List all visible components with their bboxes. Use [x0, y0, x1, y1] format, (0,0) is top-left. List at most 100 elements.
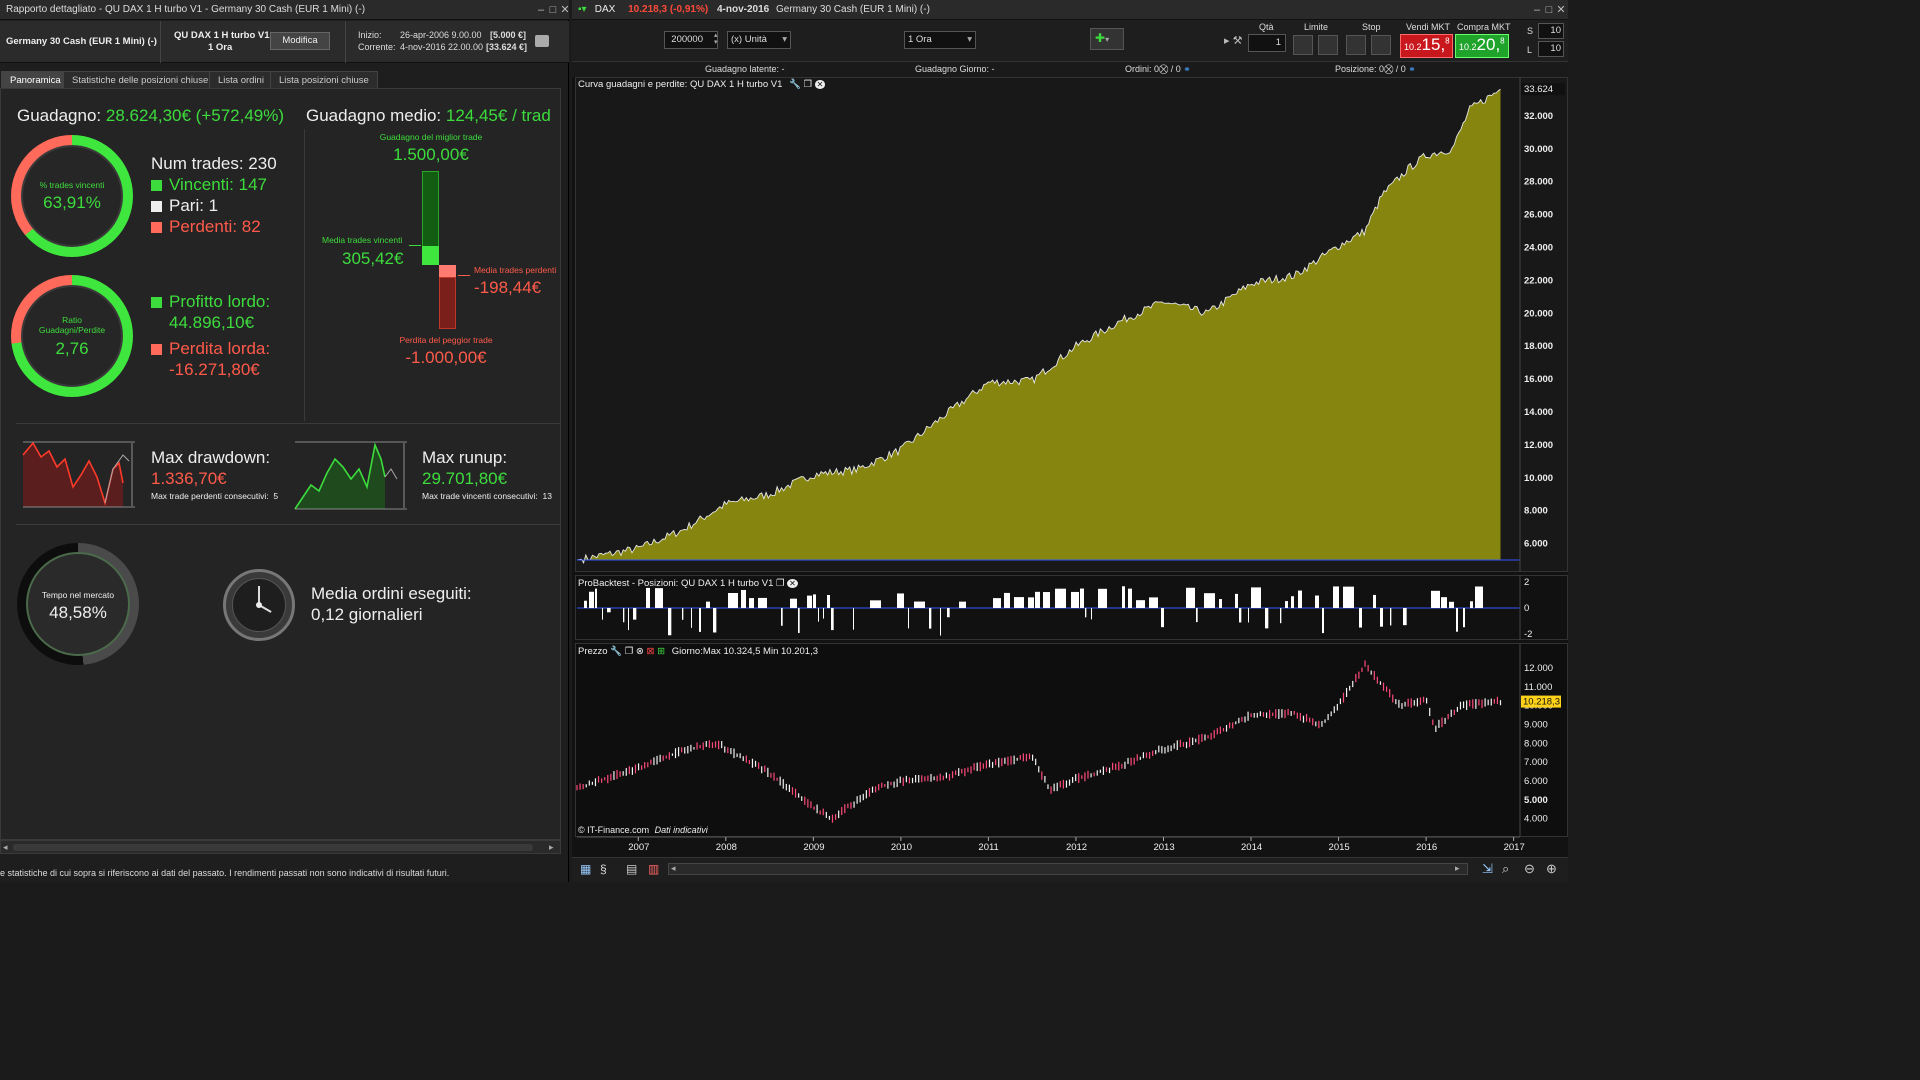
limit-sell-button[interactable]	[1318, 35, 1338, 55]
x-axis-label: 2014	[1241, 842, 1262, 853]
zoom-fit-icon[interactable]: ⇲	[1482, 861, 1493, 877]
wrench-icon[interactable]: ▸ ⚒	[1224, 34, 1242, 47]
tab-orders[interactable]: Lista ordini	[209, 71, 273, 88]
position-bar-short	[713, 608, 717, 633]
avg-gain-label: Guadagno medio:	[306, 106, 442, 125]
tab-closed-positions[interactable]: Lista posizioni chiuse	[270, 71, 378, 88]
stop-sell-button[interactable]	[1371, 35, 1391, 55]
report-timeframe: 1 Ora	[208, 42, 233, 53]
link-icon[interactable]: ⚭	[1408, 64, 1416, 74]
stop-buy-button[interactable]	[1346, 35, 1366, 55]
positions-value: 0	[1379, 64, 1385, 74]
equity-area	[577, 89, 1501, 563]
position-bar-long	[1298, 590, 1302, 608]
position-bar-long	[993, 598, 1001, 608]
chart-tools-button[interactable]: ✚▾	[1090, 28, 1124, 50]
stop-label: Stop	[1362, 22, 1381, 32]
report-system-name: QU DAX 1 H turbo V1	[174, 30, 270, 41]
tab-overview[interactable]: Panoramica	[1, 71, 70, 88]
win-ring-value: 63,91%	[43, 193, 101, 212]
profit-loss-ratio-ring: Ratio Guadagni/Perdite 2,76	[11, 275, 133, 397]
position-bar-long	[1186, 587, 1195, 608]
sell-market-button[interactable]: 10.215,8	[1400, 34, 1453, 58]
stats-icon[interactable]: §	[600, 862, 607, 876]
position-bar-long	[1431, 590, 1440, 608]
time-scrollbar[interactable]: ◂ ▸	[668, 863, 1468, 875]
equity-y-tick: 8.000	[1524, 506, 1548, 517]
quantity-input[interactable]: 200000	[664, 31, 718, 49]
position-bar-short	[853, 608, 854, 630]
position-bar-long	[790, 598, 797, 608]
gross-loss-value: -16.271,80€	[169, 360, 260, 379]
quantity-stepper[interactable]: ▴ ▾	[714, 32, 718, 46]
timeframe-select[interactable]: 1 Ora ▾	[904, 31, 976, 49]
chart-menu-icon[interactable]: ▪▾	[578, 0, 592, 19]
position-bar-long	[1071, 591, 1079, 608]
chevron-down-icon: ▾	[782, 34, 787, 45]
position-bar-short	[1091, 608, 1092, 620]
horizontal-scrollbar[interactable]: ◂ ▸	[0, 840, 561, 854]
buy-market-button[interactable]: 10.220,8	[1455, 34, 1509, 58]
x-axis-label: 2012	[1066, 842, 1087, 853]
position-bar-short	[818, 608, 819, 622]
zoom-search-icon[interactable]: ⌕	[1502, 861, 1509, 877]
right-title-bar: ▪▾ DAX 10.218,3 (-0,91%) 4-nov-2016 Germ…	[572, 0, 1568, 20]
grid-icon[interactable]: ▥	[648, 862, 659, 876]
tab-closed-stats[interactable]: Statistiche delle posizioni chiuse	[63, 71, 218, 88]
best-trade-label: Guadagno del miglior trade	[379, 132, 483, 142]
position-bar-short	[929, 608, 932, 629]
limit-buy-button[interactable]	[1293, 35, 1313, 55]
position-bar-long	[584, 600, 587, 608]
l-value-input[interactable]: 10	[1538, 41, 1564, 57]
runup-mini-chart	[294, 441, 407, 510]
equity-y-tick: 16.000	[1524, 374, 1553, 385]
worst-trade-value: -1.000,00€	[405, 348, 487, 367]
x-axis-label: 2017	[1504, 842, 1525, 853]
chevron-down-icon: ▾	[967, 34, 972, 45]
s-value-input[interactable]: 10	[1538, 23, 1564, 39]
order-qty-input[interactable]: 1	[1248, 34, 1286, 52]
link-icon[interactable]: ⚭	[1183, 64, 1191, 74]
chart-icon[interactable]: ▦	[580, 862, 591, 876]
start-capital: [5.000 €]	[490, 30, 527, 40]
positions-y-tick: -2	[1524, 629, 1532, 640]
modify-button[interactable]: Modifica	[270, 32, 330, 50]
equity-last-tag: 33.624	[1524, 84, 1553, 95]
equity-y-tick: 10.000	[1524, 473, 1553, 484]
positions-value-2: / 0	[1395, 64, 1406, 74]
position-bar-short	[1463, 608, 1465, 628]
position-bar-long	[1315, 595, 1319, 608]
avg-gain-value: 124,45€ / trad	[445, 106, 551, 125]
current-label: Corrente:	[358, 42, 396, 52]
positions-y-tick: 2	[1524, 577, 1529, 588]
equity-y-tick: 20.000	[1524, 308, 1553, 319]
position-bar-long	[1043, 592, 1050, 608]
position-bar-long	[1441, 597, 1447, 608]
gain-label: Guadagno:	[17, 106, 102, 125]
zoom-in-icon[interactable]: ⊕	[1546, 861, 1557, 877]
winners-count: Vincenti: 147	[169, 175, 267, 194]
close-icon[interactable]: ✕	[1554, 0, 1568, 19]
sell-price-small: 10.2	[1404, 42, 1422, 52]
position-bar-long	[1343, 586, 1354, 608]
close-icon[interactable]: ✕	[558, 0, 569, 19]
max-drawdown-label: Max drawdown:	[151, 448, 271, 467]
position-bar-short	[1322, 608, 1324, 634]
position-bar-long	[1080, 588, 1084, 608]
trading-toolbar: 200000 ▴ ▾ (x) Unità ▾ 1 Ora ▾ ✚▾ ▸ ⚒ Qtà 1…	[572, 20, 1568, 62]
position-bar-short	[1456, 608, 1458, 632]
unit-select[interactable]: (x) Unità ▾	[727, 31, 791, 49]
position-bar-long	[827, 595, 830, 608]
equity-y-tick: 18.000	[1524, 341, 1553, 352]
print-icon[interactable]: ▤	[626, 862, 637, 876]
avg-loss-bar	[439, 265, 456, 277]
positions-label: Posizione:	[1335, 64, 1377, 74]
zoom-out-icon[interactable]: ⊖	[1524, 861, 1535, 877]
print-icon[interactable]	[535, 35, 549, 47]
time-in-market-ring: Tempo nel mercato 48,58%	[17, 543, 139, 665]
position-bar-long	[1136, 600, 1145, 608]
chart-bottom-toolbar: ▦ § ▤ ▥ ◂ ▸ ⇲ ⌕ ⊖ ⊕	[572, 857, 1568, 882]
avg-win-bar	[422, 246, 439, 265]
equity-y-tick: 12.000	[1524, 440, 1553, 451]
max-winning-streak: Max trade vincenti consecutivi: 13	[422, 491, 552, 501]
